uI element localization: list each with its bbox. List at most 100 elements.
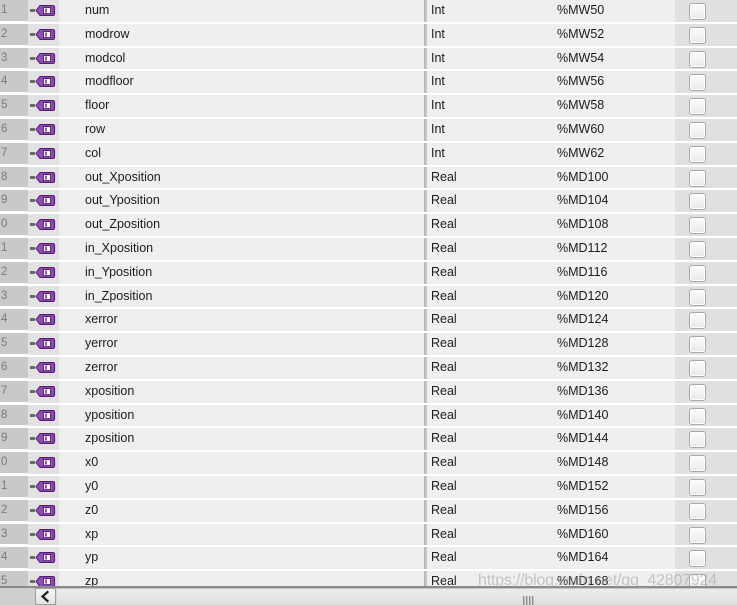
table-row[interactable]: 0 out_Zposition Real %MD108 — [0, 214, 737, 238]
table-row[interactable]: 4 yp Real %MD164 — [0, 547, 737, 572]
tag-datatype-cell[interactable]: Real — [428, 476, 554, 498]
tag-name-cell[interactable]: z0 — [59, 500, 425, 522]
tag-address-cell[interactable]: %MD132 — [554, 357, 674, 379]
tag-datatype-cell[interactable]: Real — [428, 428, 554, 450]
retain-checkbox[interactable] — [689, 502, 706, 520]
retain-checkbox[interactable] — [689, 240, 706, 258]
tag-address-cell[interactable]: %MW50 — [554, 0, 674, 22]
tag-address-cell[interactable]: %MD168 — [554, 571, 674, 586]
retain-checkbox[interactable] — [689, 217, 706, 235]
tag-address-cell[interactable]: %MD104 — [554, 190, 674, 212]
table-row[interactable]: 9 out_Yposition Real %MD104 — [0, 190, 737, 215]
tag-address-cell[interactable]: %MD120 — [554, 286, 674, 308]
table-row[interactable]: 9 zposition Real %MD144 — [0, 428, 737, 453]
tag-datatype-cell[interactable]: Real — [428, 309, 554, 331]
row-number[interactable]: 4 — [0, 71, 28, 94]
tag-address-cell[interactable]: %MD144 — [554, 428, 674, 450]
tag-name-cell[interactable]: x0 — [59, 452, 425, 474]
retain-checkbox-cell[interactable] — [675, 261, 737, 284]
retain-checkbox[interactable] — [689, 26, 706, 44]
tag-address-cell[interactable]: %MD136 — [554, 381, 674, 403]
retain-checkbox-cell[interactable] — [675, 214, 737, 236]
row-number[interactable]: 8 — [0, 166, 28, 189]
table-row[interactable]: 8 out_Xposition Real %MD100 — [0, 166, 737, 191]
tag-datatype-cell[interactable]: Real — [428, 167, 554, 189]
tag-datatype-cell[interactable]: Int — [428, 143, 554, 165]
tag-address-cell[interactable]: %MD128 — [554, 333, 674, 355]
retain-checkbox[interactable] — [689, 574, 706, 586]
retain-checkbox-cell[interactable] — [675, 571, 737, 586]
retain-checkbox[interactable] — [689, 431, 706, 449]
retain-checkbox-cell[interactable] — [675, 333, 737, 355]
row-number[interactable]: 9 — [0, 428, 28, 451]
retain-checkbox-cell[interactable] — [675, 0, 737, 22]
retain-checkbox[interactable] — [689, 50, 706, 68]
row-number[interactable]: 5 — [0, 95, 28, 117]
tag-datatype-cell[interactable]: Int — [428, 24, 554, 46]
horizontal-scrollbar[interactable] — [0, 586, 737, 605]
row-number[interactable]: 9 — [0, 190, 28, 213]
retain-checkbox[interactable] — [689, 264, 706, 282]
tag-name-cell[interactable]: yerror — [59, 333, 425, 355]
tag-address-cell[interactable]: %MD148 — [554, 452, 674, 474]
table-row[interactable]: 5 yerror Real %MD128 — [0, 333, 737, 357]
retain-checkbox[interactable] — [689, 359, 706, 377]
retain-checkbox[interactable] — [689, 455, 706, 473]
retain-checkbox-cell[interactable] — [675, 452, 737, 474]
tag-datatype-cell[interactable]: Real — [428, 524, 554, 546]
row-number[interactable]: 4 — [0, 547, 28, 570]
table-row[interactable]: 8 yposition Real %MD140 — [0, 404, 737, 429]
tag-address-cell[interactable]: %MW60 — [554, 119, 674, 141]
tag-datatype-cell[interactable]: Real — [428, 571, 554, 586]
table-row[interactable]: 1 y0 Real %MD152 — [0, 475, 737, 500]
scrollbar-track[interactable] — [57, 588, 737, 605]
retain-checkbox[interactable] — [689, 478, 706, 496]
tag-address-cell[interactable]: %MD108 — [554, 214, 674, 236]
tag-address-cell[interactable]: %MW62 — [554, 143, 674, 165]
tag-name-cell[interactable]: in_Xposition — [59, 238, 425, 260]
tag-name-cell[interactable]: zerror — [59, 357, 425, 379]
retain-checkbox[interactable] — [689, 526, 706, 544]
tag-address-cell[interactable]: %MD152 — [554, 476, 674, 498]
retain-checkbox[interactable] — [689, 288, 706, 306]
retain-checkbox[interactable] — [689, 550, 706, 568]
tag-datatype-cell[interactable]: Int — [428, 48, 554, 70]
retain-checkbox-cell[interactable] — [675, 142, 737, 165]
tag-name-cell[interactable]: in_Yposition — [59, 262, 425, 284]
tag-datatype-cell[interactable]: Int — [428, 71, 554, 93]
row-number[interactable]: 2 — [0, 261, 28, 284]
tag-name-cell[interactable]: out_Zposition — [59, 214, 425, 236]
tag-datatype-cell[interactable]: Real — [428, 405, 554, 427]
tag-address-cell[interactable]: %MD116 — [554, 262, 674, 284]
table-row[interactable]: 1 num Int %MW50 — [0, 0, 737, 24]
tag-address-cell[interactable]: %MW54 — [554, 48, 674, 70]
tag-datatype-cell[interactable]: Real — [428, 547, 554, 569]
retain-checkbox-cell[interactable] — [675, 118, 737, 141]
tag-address-cell[interactable]: %MW56 — [554, 71, 674, 93]
retain-checkbox[interactable] — [689, 407, 706, 425]
retain-checkbox-cell[interactable] — [675, 23, 737, 46]
row-number[interactable]: 1 — [0, 0, 28, 22]
row-number[interactable]: 7 — [0, 142, 28, 165]
table-row[interactable]: 5 zp Real %MD168 — [0, 571, 737, 586]
tag-datatype-cell[interactable]: Real — [428, 190, 554, 212]
tag-name-cell[interactable]: out_Yposition — [59, 190, 425, 212]
retain-checkbox-cell[interactable] — [675, 428, 737, 451]
table-row[interactable]: 4 xerror Real %MD124 — [0, 309, 737, 334]
retain-checkbox[interactable] — [689, 121, 706, 139]
row-number[interactable]: 3 — [0, 285, 28, 308]
table-row[interactable]: 2 modrow Int %MW52 — [0, 23, 737, 48]
table-row[interactable]: 2 in_Yposition Real %MD116 — [0, 261, 737, 286]
retain-checkbox-cell[interactable] — [675, 95, 737, 117]
tag-name-cell[interactable]: xp — [59, 524, 425, 546]
retain-checkbox-cell[interactable] — [675, 166, 737, 189]
row-number[interactable]: 0 — [0, 214, 28, 236]
tag-address-cell[interactable]: %MW58 — [554, 95, 674, 117]
retain-checkbox-cell[interactable] — [675, 309, 737, 332]
retain-checkbox-cell[interactable] — [675, 285, 737, 308]
tag-name-cell[interactable]: y0 — [59, 476, 425, 498]
tag-datatype-cell[interactable]: Real — [428, 333, 554, 355]
tag-datatype-cell[interactable]: Real — [428, 357, 554, 379]
tag-datatype-cell[interactable]: Int — [428, 119, 554, 141]
retain-checkbox-cell[interactable] — [675, 190, 737, 213]
